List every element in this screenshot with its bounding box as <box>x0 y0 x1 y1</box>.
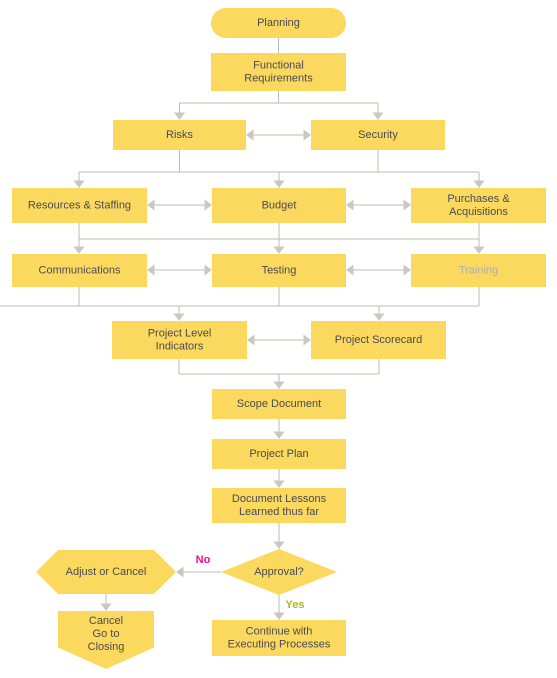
node-shape-rectangle[interactable] <box>411 254 546 287</box>
node-continue-executing-processes[interactable]: Continue withExecuting ProcessesContinue… <box>212 620 346 656</box>
node-shape-rectangle[interactable] <box>112 321 247 359</box>
node-shape-rectangle[interactable] <box>212 439 346 469</box>
node-purchases-acquisitions[interactable]: Purchases &AcquisitionsPurchases & Acqui… <box>411 188 546 223</box>
node-shape-rectangle[interactable] <box>212 389 346 419</box>
node-functional-requirements[interactable]: FunctionalRequirementsFunctional Require… <box>211 53 346 91</box>
node-shape-rectangle[interactable] <box>211 53 346 91</box>
node-project-scorecard[interactable]: Project ScorecardProject Scorecard <box>311 321 446 359</box>
node-shape-rounded-rectangle[interactable] <box>211 8 346 38</box>
node-scope-document[interactable]: Scope DocumentScope Document <box>212 389 346 419</box>
node-adjust-or-cancel[interactable]: Adjust or CancelAdjust or Cancel <box>36 550 176 594</box>
node-shape-rectangle[interactable] <box>212 188 346 223</box>
flowchart-canvas: NoYes PlanningPlanningFunctionalRequirem… <box>0 0 557 678</box>
node-testing[interactable]: TestingTesting <box>212 254 346 287</box>
node-project-level-indicators[interactable]: Project LevelIndicatorsProject Level Ind… <box>112 321 247 359</box>
node-shape-rectangle[interactable] <box>411 188 546 223</box>
node-communications[interactable]: CommunicationsCommunications <box>12 254 147 287</box>
node-shape-rectangle[interactable] <box>212 620 346 656</box>
node-shape-rectangle[interactable] <box>212 488 346 523</box>
node-planning[interactable]: PlanningPlanning <box>211 8 346 38</box>
node-shape-rectangle[interactable] <box>311 120 445 150</box>
node-shape-rectangle[interactable] <box>113 120 246 150</box>
node-shape-rectangle[interactable] <box>212 254 346 287</box>
node-project-plan[interactable]: Project PlanProject Plan <box>212 439 346 469</box>
node-shape-hexagon[interactable] <box>36 550 176 594</box>
node-shape-rectangle[interactable] <box>12 254 147 287</box>
node-document-lessons-learned[interactable]: Document LessonsLearned thus farDocument… <box>212 488 346 523</box>
node-budget[interactable]: BudgetBudget <box>212 188 346 223</box>
node-training[interactable]: TrainingTraining <box>411 254 546 287</box>
node-security[interactable]: SecuritySecurity <box>311 120 445 150</box>
node-risks[interactable]: RisksRisks <box>113 120 246 150</box>
node-resources-staffing[interactable]: Resources & StaffingResources & Staffing <box>12 188 147 223</box>
node-shape-rectangle[interactable] <box>311 321 446 359</box>
node-shape-rectangle[interactable] <box>12 188 147 223</box>
